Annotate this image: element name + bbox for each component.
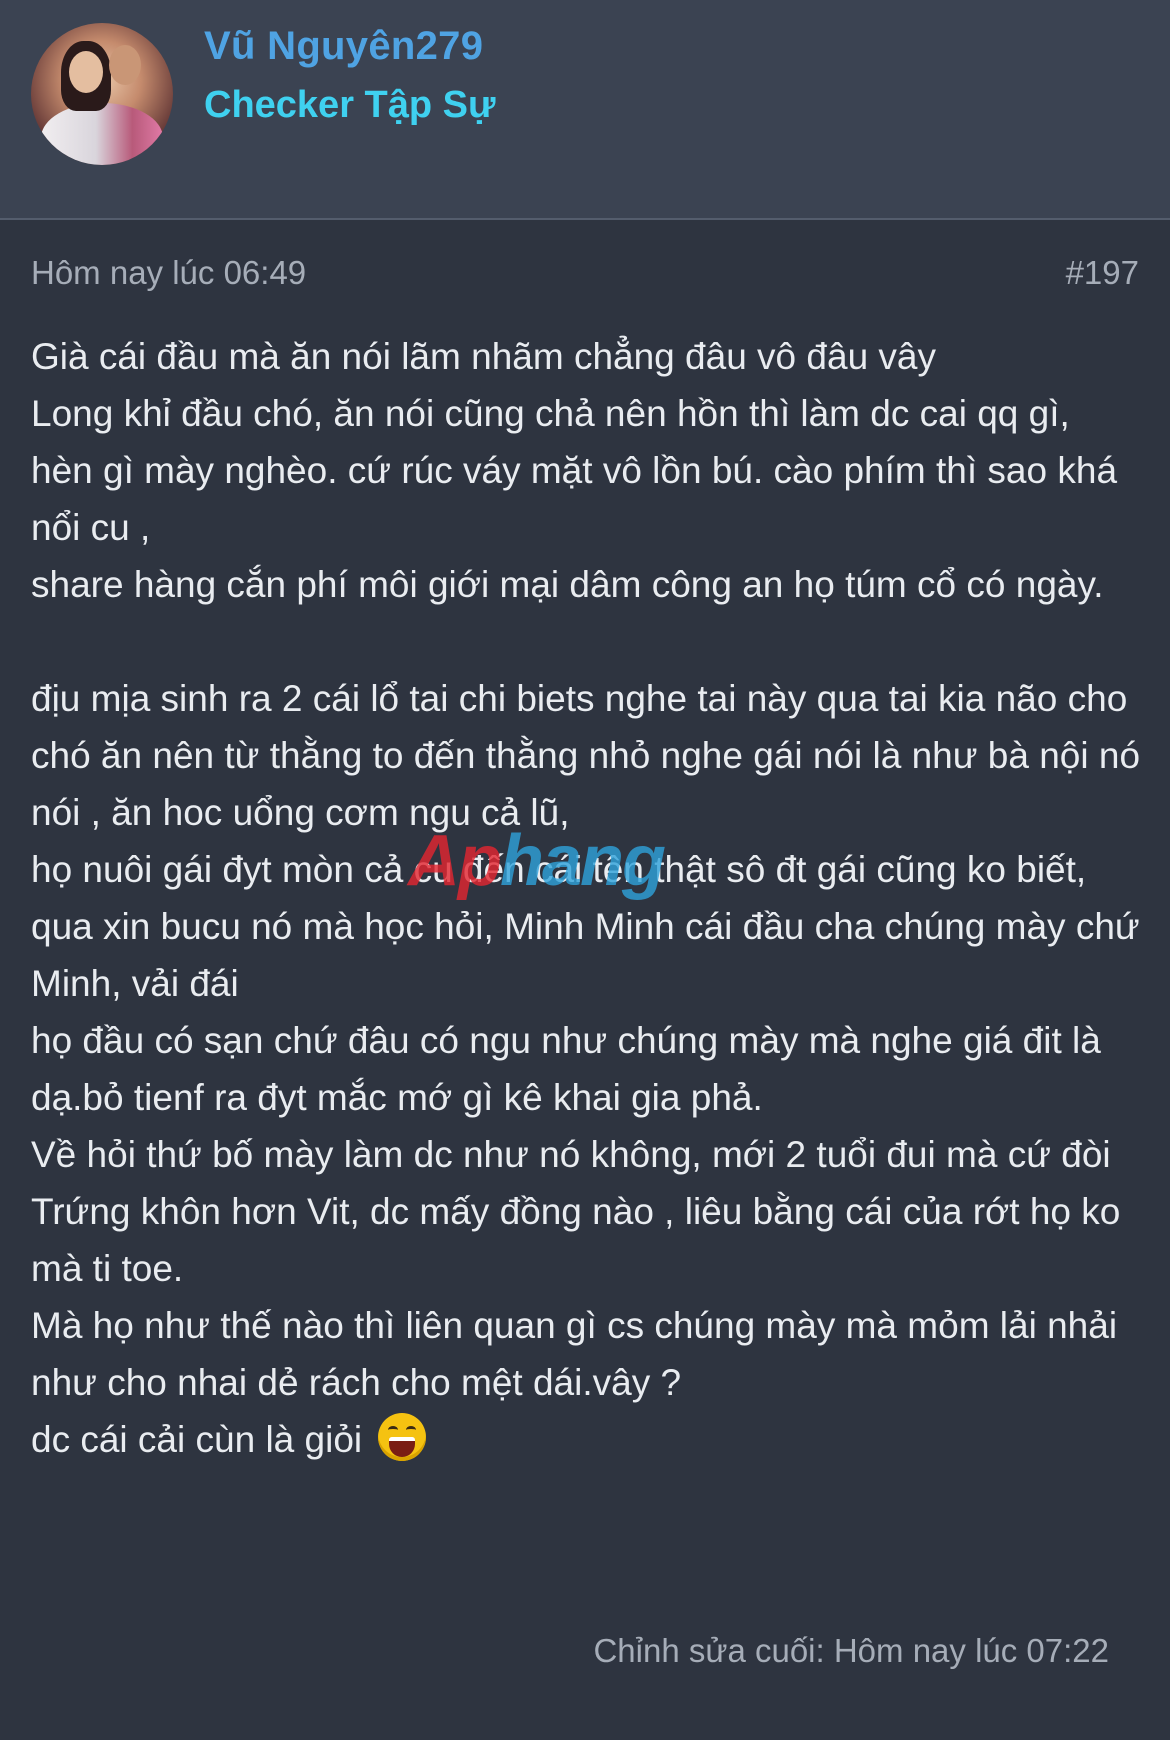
user-header: Vũ Nguyên279 Checker Tập Sự [0,0,1170,220]
post-line: share hàng cắn phí môi giới mại dâm công… [31,564,1104,605]
post-line-text: dc cái cải cùn là giỏi [31,1419,363,1460]
post-line: Già cái đầu mà ăn nói lãm nhãm chẳng đâu… [31,336,937,377]
post-line: địu mịa sinh ra 2 cái lổ tai chi biets n… [31,678,1141,833]
post-line: họ nuôi gái đyt mòn cả cu đến cái tên th… [31,849,1140,1004]
last-edited-note: Chỉnh sửa cuối: Hôm nay lúc 07:22 [593,1632,1109,1669]
user-title: Checker Tập Sự [204,84,496,126]
post-line: hèn gì mày nghèo. cứ rúc váy mặt vô lồn … [31,450,1118,548]
post-number-link[interactable]: #197 [1066,254,1139,292]
post-timestamp[interactable]: Hôm nay lúc 06:49 [31,254,306,292]
post-line: Long khỉ đầu chó, ăn nói cũng chả nên hồ… [31,393,1070,434]
post-last-line: dc cái cải cùn là giỏi [31,1411,1146,1468]
post-line: Về hỏi thứ bố mày làm dc như nó không, m… [31,1134,1121,1289]
avatar-photo-face [109,45,141,85]
laughing-face-icon [378,1413,427,1461]
avatar-photo-face [69,51,103,93]
post-line: Mà họ như thế nào thì liên quan gì cs ch… [31,1305,1118,1403]
avatar-photo-shirt [41,103,163,165]
post-body: Già cái đầu mà ăn nói lãm nhãm chẳng đâu… [31,328,1146,1468]
post-line: họ đầu có sạn chứ đâu có ngu như chúng m… [31,1020,1101,1118]
username-link[interactable]: Vũ Nguyên279 [204,24,483,69]
avatar[interactable] [31,23,173,165]
